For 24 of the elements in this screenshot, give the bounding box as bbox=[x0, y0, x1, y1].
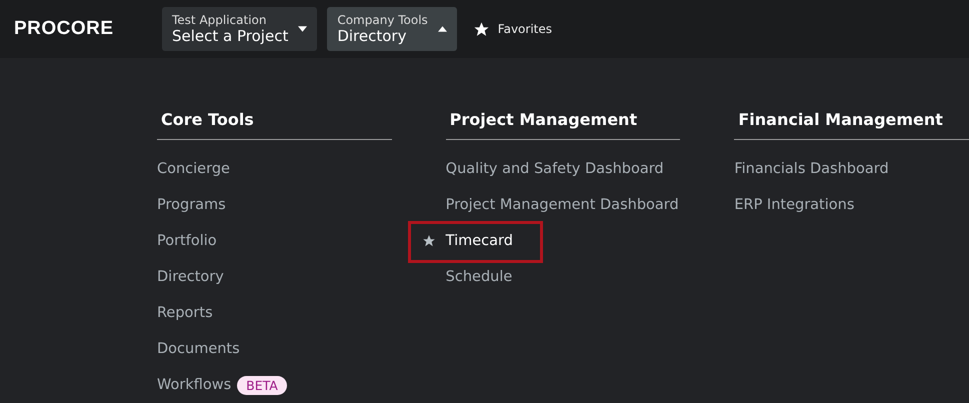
column-heading: Project Management bbox=[446, 110, 680, 140]
tool-link[interactable]: Quality and Safety Dashboard bbox=[446, 161, 664, 177]
favorites-button[interactable]: Favorites bbox=[468, 20, 556, 38]
tool-selector[interactable]: Test Application Select a Project bbox=[162, 7, 318, 51]
tool-link[interactable]: Reports bbox=[157, 305, 213, 321]
column-heading: Core Tools bbox=[157, 110, 392, 140]
tool-link[interactable]: Portfolio bbox=[157, 233, 217, 249]
tool-link[interactable]: Schedule bbox=[446, 269, 512, 285]
tool-link[interactable]: Project Management Dashboard bbox=[446, 197, 679, 213]
tool-link[interactable]: Documents bbox=[157, 341, 240, 357]
beta-badge: BETA bbox=[237, 376, 287, 394]
star-icon bbox=[472, 20, 490, 38]
tool-link[interactable]: Timecard bbox=[446, 233, 513, 249]
tool-link[interactable]: Concierge bbox=[157, 161, 230, 177]
caret-icon bbox=[438, 26, 447, 32]
tool-link[interactable]: Programs bbox=[157, 197, 226, 213]
tool-link[interactable]: Workflows bbox=[157, 377, 232, 393]
tool-link[interactable]: Financials Dashboard bbox=[734, 161, 889, 177]
tool-link[interactable]: ERP Integrations bbox=[734, 197, 854, 213]
tool-link[interactable]: Directory bbox=[157, 269, 224, 285]
procore-logo: PROCORE bbox=[14, 18, 115, 40]
column-heading: Financial Management bbox=[734, 110, 969, 140]
tool-selector[interactable]: Company Tools Directory bbox=[327, 7, 457, 51]
caret-icon bbox=[298, 26, 308, 32]
